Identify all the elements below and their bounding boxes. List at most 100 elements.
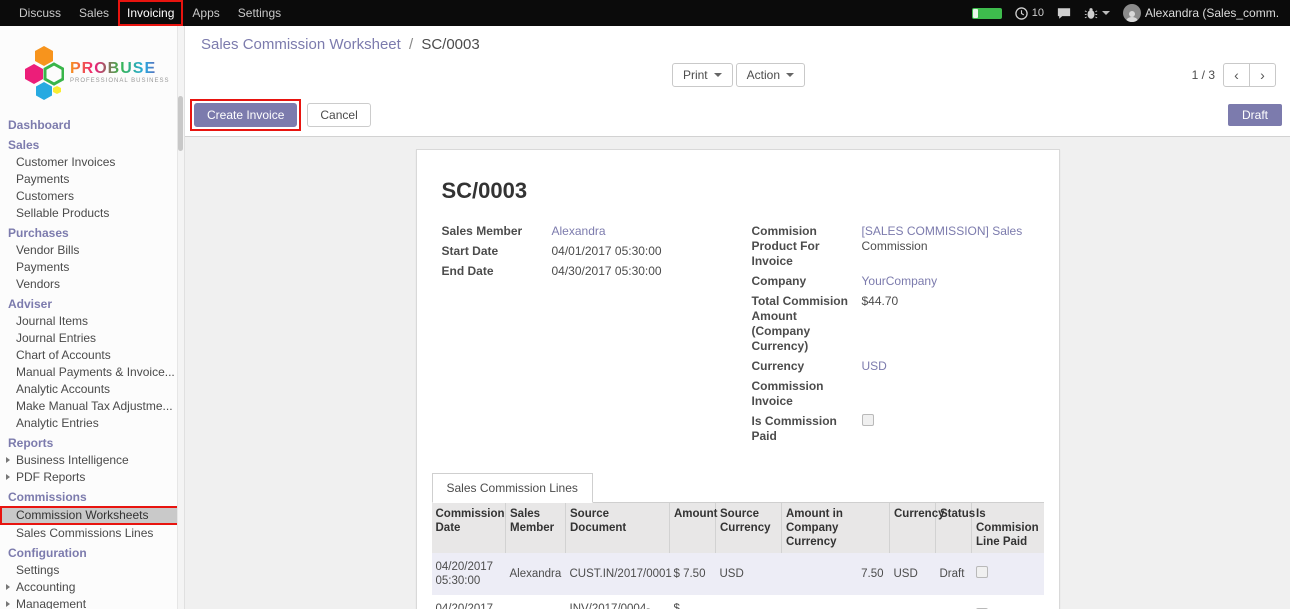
- sidebar-item-pdf-reports[interactable]: PDF Reports: [0, 469, 184, 486]
- sidebar-heading-adviser[interactable]: Adviser: [0, 293, 184, 313]
- field-label-start-date: Start Date: [442, 244, 552, 259]
- sidebar-item-chart-of-accounts[interactable]: Chart of Accounts: [0, 347, 184, 364]
- sidebar-item-vendors[interactable]: Vendors: [0, 276, 184, 293]
- sidebar-item-sellable-products[interactable]: Sellable Products: [0, 205, 184, 222]
- field-value-end-date: 04/30/2017 05:30:00: [552, 264, 724, 279]
- field-value-start-date: 04/01/2017 05:30:00: [552, 244, 724, 259]
- create-invoice-button[interactable]: Create Invoice: [194, 103, 297, 127]
- sidebar-item-accounting[interactable]: Accounting: [0, 579, 184, 596]
- caret-down-icon: [714, 73, 722, 77]
- sidebar-item-business-intelligence[interactable]: Business Intelligence: [0, 452, 184, 469]
- field-label-currency: Currency: [752, 359, 862, 374]
- action-label: Action: [747, 68, 780, 82]
- logo-hexagons-icon: [24, 44, 64, 100]
- pager-previous-button[interactable]: ‹: [1223, 63, 1250, 87]
- chat-bubble-icon: [1057, 7, 1071, 20]
- sidebar-item-payments[interactable]: Payments: [0, 171, 184, 188]
- avatar: [1123, 4, 1141, 22]
- sidebar-item-management[interactable]: Management: [0, 596, 184, 609]
- cell-source-currency: USD: [716, 595, 782, 609]
- col-header-amount-company-currency[interactable]: Amount in Company Currency: [782, 503, 890, 553]
- logo-title: PROBUSE: [70, 60, 169, 78]
- pager-next-button[interactable]: ›: [1249, 63, 1276, 87]
- cell-company-amount: 18.60: [782, 595, 890, 609]
- menu-invoicing[interactable]: Invoicing: [118, 0, 183, 26]
- table-header-row: Commission Date Sales Member Source Docu…: [432, 503, 1044, 553]
- app-window: Discuss Sales Invoicing Apps Settings 10: [0, 0, 1290, 609]
- breadcrumb-separator: /: [409, 36, 413, 53]
- field-value-currency[interactable]: USD: [862, 359, 1034, 374]
- tab-sales-commission-lines[interactable]: Sales Commission Lines: [432, 473, 593, 503]
- main-area: Sales Commission Worksheet / SC/0003 Pri…: [185, 26, 1290, 609]
- sidebar-item-sales-commissions-lines[interactable]: Sales Commissions Lines: [0, 525, 184, 542]
- table-row[interactable]: 04/20/2017 05:30:00 Alexandra CUST.IN/20…: [432, 553, 1044, 595]
- field-value-company[interactable]: YourCompany: [862, 274, 1034, 289]
- action-dropdown-button[interactable]: Action: [736, 63, 805, 87]
- sidebar: PROBUSE PROFESSIONAL BUSINESS Dashboard …: [0, 26, 185, 609]
- menu-sales[interactable]: Sales: [70, 0, 118, 26]
- sidebar-item-label: PDF Reports: [16, 470, 85, 484]
- sidebar-heading-reports[interactable]: Reports: [0, 432, 184, 452]
- col-header-commission-date[interactable]: Commission Date: [432, 503, 506, 553]
- table-row[interactable]: 04/20/2017 05:30:00 Alexandra INV/2017/0…: [432, 595, 1044, 609]
- sidebar-item-purchase-payments[interactable]: Payments: [0, 259, 184, 276]
- cell-date: 04/20/2017 05:30:00: [432, 553, 506, 595]
- menu-apps[interactable]: Apps: [183, 0, 228, 26]
- breadcrumb-parent-link[interactable]: Sales Commission Worksheet: [201, 36, 401, 53]
- print-dropdown-button[interactable]: Print: [672, 63, 733, 87]
- col-header-currency[interactable]: Currency: [890, 503, 936, 553]
- sidebar-item-settings[interactable]: Settings: [0, 562, 184, 579]
- sidebar-item-customer-invoices[interactable]: Customer Invoices: [0, 154, 184, 171]
- record-title: SC/0003: [442, 178, 1034, 204]
- field-value-sales-member[interactable]: Alexandra: [552, 224, 724, 239]
- col-header-source-document[interactable]: Source Document: [566, 503, 670, 553]
- sidebar-heading-commissions[interactable]: Commissions: [0, 486, 184, 506]
- sidebar-item-label: Management: [16, 597, 86, 609]
- cell-paid: [972, 553, 1044, 595]
- cancel-button[interactable]: Cancel: [307, 103, 370, 127]
- breadcrumb: Sales Commission Worksheet / SC/0003: [201, 36, 1276, 53]
- sidebar-item-analytic-accounts[interactable]: Analytic Accounts: [0, 381, 184, 398]
- breadcrumb-current: SC/0003: [421, 36, 479, 53]
- cell-paid: [972, 595, 1044, 609]
- sidebar-item-vendor-bills[interactable]: Vendor Bills: [0, 242, 184, 259]
- messages-menu[interactable]: [1057, 7, 1071, 20]
- sidebar-item-manual-payments[interactable]: Manual Payments & Invoice...: [0, 364, 184, 381]
- sidebar-item-journal-items[interactable]: Journal Items: [0, 313, 184, 330]
- sidebar-item-commission-worksheets[interactable]: Commission Worksheets: [0, 506, 184, 525]
- sidebar-item-journal-entries[interactable]: Journal Entries: [0, 330, 184, 347]
- field-label-commission-invoice: Commission Invoice: [752, 379, 862, 409]
- sidebar-heading-configuration[interactable]: Configuration: [0, 542, 184, 562]
- field-value-commission-product-link[interactable]: [SALES COMMISSION] Sales: [862, 224, 1023, 238]
- user-name: Alexandra (Sales_comm...: [1145, 6, 1280, 20]
- topbar: Discuss Sales Invoicing Apps Settings 10: [0, 0, 1290, 26]
- commission-lines-table: Commission Date Sales Member Source Docu…: [432, 503, 1044, 609]
- col-header-source-currency[interactable]: Source Currency: [716, 503, 782, 553]
- activities-menu[interactable]: 10: [1015, 7, 1044, 20]
- cell-date: 04/20/2017 05:30:00: [432, 595, 506, 609]
- field-label-commission-product: Commision Product For Invoice: [752, 224, 862, 269]
- cell-amount: $ 18.60: [670, 595, 716, 609]
- sidebar-item-analytic-entries[interactable]: Analytic Entries: [0, 415, 184, 432]
- planner-progress-icon[interactable]: [972, 8, 1002, 19]
- sidebar-heading-sales[interactable]: Sales: [0, 134, 184, 154]
- clock-icon: [1015, 7, 1028, 20]
- sidebar-heading-purchases[interactable]: Purchases: [0, 222, 184, 242]
- is-commission-paid-checkbox: [862, 414, 874, 426]
- col-header-amount[interactable]: Amount: [670, 503, 716, 553]
- sidebar-item-customers[interactable]: Customers: [0, 188, 184, 205]
- col-header-sales-member[interactable]: Sales Member: [506, 503, 566, 553]
- debug-menu[interactable]: [1084, 7, 1110, 20]
- cell-currency: USD: [890, 595, 936, 609]
- pager-counter: 1 / 3: [1192, 68, 1215, 82]
- sidebar-item-tax-adjustments[interactable]: Make Manual Tax Adjustme...: [0, 398, 184, 415]
- col-header-status[interactable]: Status: [936, 503, 972, 553]
- menu-discuss[interactable]: Discuss: [10, 0, 70, 26]
- menu-settings[interactable]: Settings: [229, 0, 290, 26]
- cell-company-amount: 7.50: [782, 553, 890, 595]
- user-menu[interactable]: Alexandra (Sales_comm...: [1123, 4, 1280, 22]
- col-header-is-commission-line-paid[interactable]: Is Commision Line Paid: [972, 503, 1044, 553]
- cell-status: Draft: [936, 553, 972, 595]
- sidebar-heading-dashboard[interactable]: Dashboard: [0, 114, 184, 134]
- sidebar-scrollbar-thumb[interactable]: [178, 96, 183, 151]
